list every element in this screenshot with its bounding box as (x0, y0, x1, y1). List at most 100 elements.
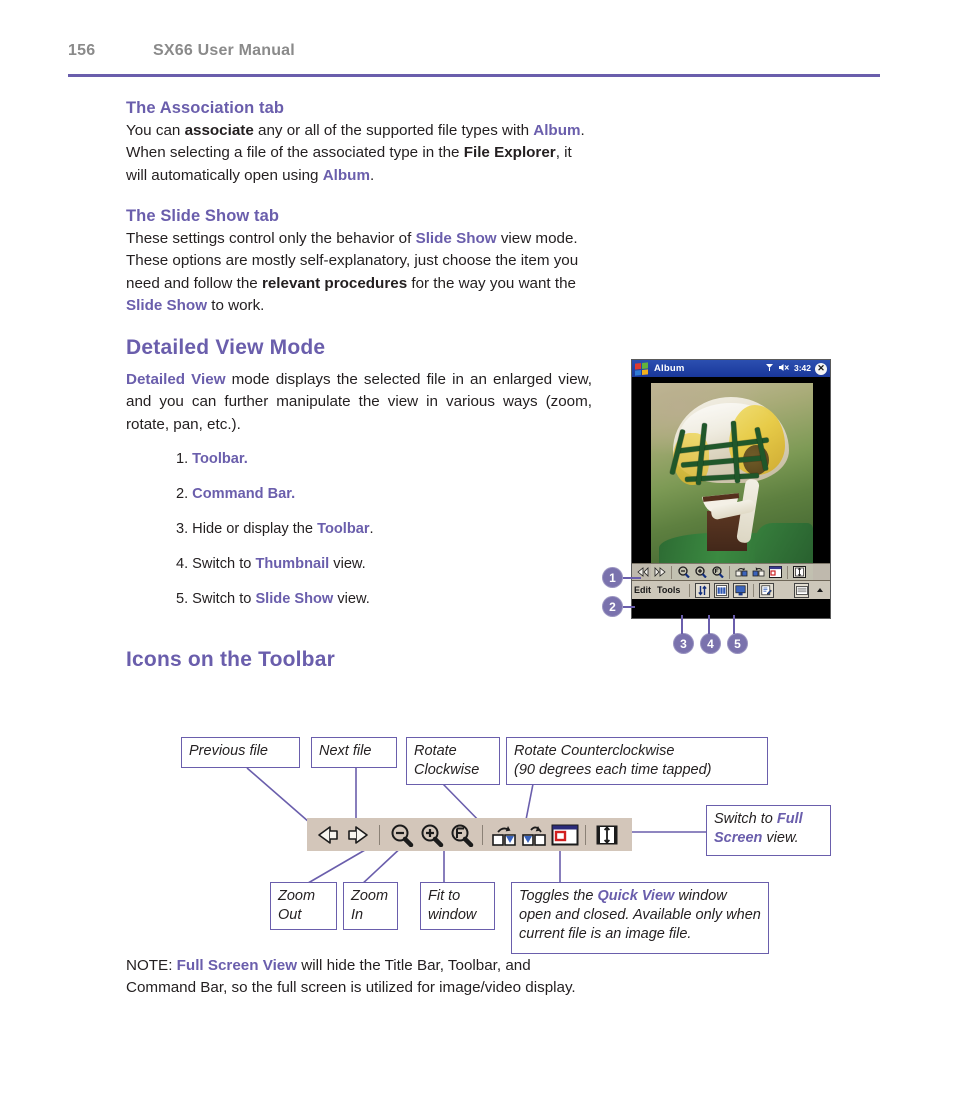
section-slide-show-tab: The Slide Show tab These settings contro… (126, 207, 592, 317)
slide-show-icon[interactable] (733, 582, 749, 598)
rotate-counterclockwise-icon[interactable] (521, 823, 547, 847)
pda-toolbar[interactable] (632, 563, 830, 580)
callout-rotate-ccw-line1: Rotate Counterclockwise (514, 743, 675, 759)
numbered-list: 1. Toolbar. 2. Command Bar. 3. Hide or displa… (176, 450, 596, 625)
toolbar-separator (585, 824, 586, 845)
signal-icon (765, 363, 774, 374)
football-player-photo (651, 383, 813, 580)
menu-item-tools[interactable]: Tools (657, 585, 680, 595)
speaker-mute-icon (778, 363, 790, 374)
full-screen-icon[interactable] (594, 823, 620, 847)
toolbar-separator (482, 824, 483, 845)
close-icon[interactable]: ✕ (815, 362, 827, 375)
zoom-out-icon[interactable] (388, 823, 414, 847)
emphasised-term: Quick View (597, 888, 675, 904)
callout-leader-2 (623, 606, 635, 608)
paragraph-association: You can associate any or all of the supp… (126, 122, 585, 184)
toolbar-separator (787, 565, 788, 579)
emphasised-term: Full Screen View (176, 957, 298, 974)
edit-note-icon[interactable] (759, 582, 775, 598)
pda-app-title: Album (654, 363, 685, 374)
callout-rotate-counterclockwise: Rotate Counterclockwise (90 degrees each … (506, 737, 768, 785)
command-bar-separator (753, 583, 755, 597)
toolbar-separator (671, 565, 672, 579)
callout-fit-to-window: Fit to window (420, 882, 495, 930)
callout-rotate-clockwise: Rotate Clockwise (406, 737, 500, 785)
callout-number-4: 4 (700, 633, 721, 654)
emphasised-term: Thumbnail (255, 555, 330, 572)
rotate-clockwise-icon[interactable] (735, 566, 748, 579)
toolbar-separator (379, 824, 380, 845)
next-file-icon[interactable] (345, 823, 371, 847)
callout-zoom-out: Zoom Out (270, 882, 337, 930)
manual-title: SX66 User Manual (153, 42, 295, 59)
pda-photo (632, 377, 830, 580)
full-screen-icon[interactable] (793, 566, 806, 579)
page-header: 156 SX66 User Manual (68, 42, 880, 76)
emphasised-term: Command Bar. (192, 485, 296, 502)
list-item-number: 5. (176, 590, 189, 607)
list-item-number: 2. (176, 485, 189, 502)
callout-number-1: 1 (602, 567, 623, 588)
emphasised-term: Slide Show (415, 230, 497, 247)
fit-to-window-icon[interactable] (448, 823, 474, 847)
toolbar-separator (729, 565, 730, 579)
zoom-in-icon[interactable] (418, 823, 444, 847)
list-item-number: 1. (176, 451, 189, 467)
zoom-in-icon[interactable] (694, 566, 707, 579)
pda-screenshot: Album 3:42 ✕ Edit Tools (631, 359, 831, 619)
toggle-toolbar-icon[interactable] (695, 582, 711, 598)
callout-leader-3 (681, 615, 683, 634)
emphasised-term: associate (184, 122, 254, 139)
emphasised-term: Detailed View (126, 371, 226, 388)
callout-number-2: 2 (602, 596, 623, 617)
list-item-number: 4. (176, 555, 189, 572)
toolbar-strip-diagram[interactable] (307, 818, 632, 851)
pda-clock: 3:42 (793, 363, 811, 374)
callout-number-5: 5 (727, 633, 748, 654)
header-divider (68, 74, 880, 77)
quick-view-toggle-icon[interactable] (769, 566, 782, 579)
list-item: 4. Switch to Thumbnail view. (176, 555, 366, 572)
list-item: 1. Toolbar. (176, 450, 596, 469)
thumbnail-view-icon[interactable] (714, 582, 730, 598)
callout-previous-file: Previous file (181, 737, 300, 768)
emphasised-term: Toolbar (317, 520, 370, 537)
next-file-icon[interactable] (653, 566, 666, 579)
emphasised-term: Slide Show (126, 297, 208, 315)
note-paragraph: NOTE: Full Screen View will hide the Tit… (126, 957, 576, 997)
zoom-out-icon[interactable] (677, 566, 690, 579)
rotate-counterclockwise-icon[interactable] (752, 566, 765, 579)
callout-rotate-ccw-line2: (90 degrees each time tapped) (514, 762, 712, 779)
callout-leader-5 (733, 615, 735, 634)
emphasised-term: File Explorer (463, 144, 556, 162)
menu-item-edit[interactable]: Edit (634, 585, 651, 595)
keyboard-icon[interactable] (794, 582, 809, 598)
list-item-number: 3. (176, 520, 189, 537)
emphasised-term: Album (533, 122, 581, 139)
pda-command-bar[interactable]: Edit Tools (632, 580, 830, 599)
callout-quick-view: Toggles the Quick View window open and c… (511, 882, 769, 954)
pda-title-bar: Album 3:42 ✕ (632, 360, 830, 377)
emphasised-term: Album (322, 166, 370, 184)
heading-detailed-view-mode: Detailed View Mode (126, 336, 326, 359)
heading-association-tab: The Association tab (126, 99, 285, 117)
emphasised-term: Slide Show (255, 590, 334, 607)
callout-zoom-in: Zoom In (343, 882, 398, 930)
callout-leader-1 (623, 577, 641, 579)
rotate-clockwise-icon[interactable] (491, 823, 517, 847)
paragraph-detailed-view: Detailed View mode displays the selected… (126, 371, 592, 433)
fit-to-window-icon[interactable] (711, 566, 724, 579)
section-detailed-view-mode: Detailed View Mode Detailed View mode di… (126, 336, 592, 436)
callout-leader-4 (708, 615, 710, 634)
heading-icons-on-toolbar: Icons on the Toolbar (126, 648, 335, 671)
section-icons-on-toolbar: Icons on the Toolbar (126, 648, 592, 681)
callout-next-file: Next file (311, 737, 397, 768)
quick-view-toggle-icon[interactable] (551, 823, 579, 847)
windows-logo-icon (635, 361, 648, 376)
previous-file-icon[interactable] (315, 823, 341, 847)
list-item: 5. Switch to Slide Show view. (176, 590, 370, 607)
list-item: 3. Hide or display the Toolbar. (176, 520, 374, 537)
input-chevron-icon[interactable] (813, 584, 826, 597)
heading-slide-show-tab: The Slide Show tab (126, 207, 280, 225)
